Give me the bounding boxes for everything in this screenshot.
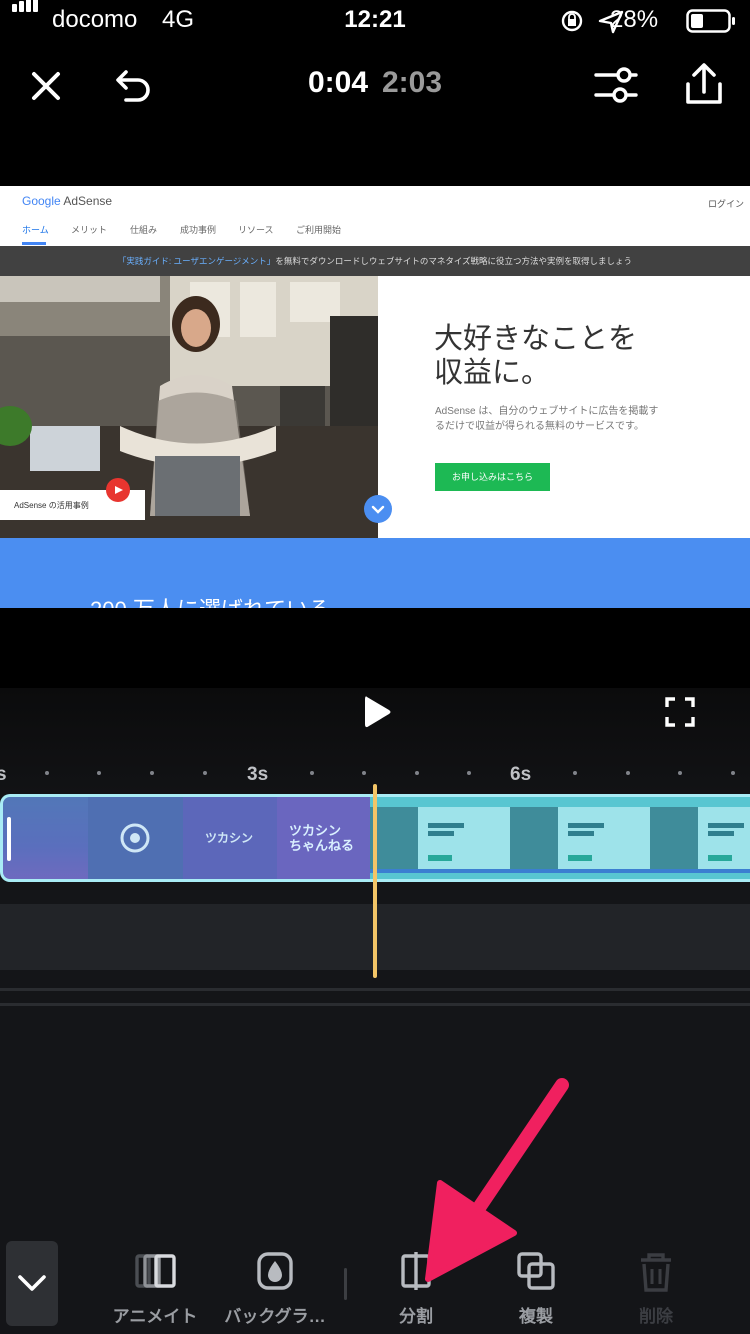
- clip-thumbnail: ツカシン: [183, 797, 277, 879]
- scroll-down-icon: [364, 495, 392, 523]
- adsense-header: Google AdSense ログイン ホーム メリット 仕組み 成功事例 リソ…: [0, 186, 750, 246]
- tool-label: 複製: [519, 1307, 553, 1326]
- ruler-dot: [731, 771, 735, 775]
- clip-thumbnails: [370, 797, 750, 879]
- ruler-dot: [678, 771, 682, 775]
- ruler-dot: [150, 771, 154, 775]
- export-share-icon[interactable]: [684, 62, 724, 106]
- ruler-label: 3s: [247, 764, 269, 785]
- animate-button[interactable]: アニメイト: [90, 1250, 220, 1326]
- adsense-headline: 大好きなことを 収益に。: [434, 323, 638, 389]
- adsense-banner: 「実践ガイド: ユーザエンゲージメント」を無料でダウンロードしウェブサイトのマネ…: [0, 246, 750, 276]
- clip-thumbnail: ツカシン ちゃんねる: [277, 797, 373, 879]
- background-icon: [257, 1252, 293, 1290]
- nav-item: リソース: [238, 225, 274, 235]
- adsense-login: ログイン: [707, 199, 744, 209]
- toolbar-separator: [344, 1268, 347, 1300]
- ruler-dot: [45, 771, 49, 775]
- playhead[interactable]: [373, 784, 377, 978]
- ruler-dot: [573, 771, 577, 775]
- ruler-dot: [626, 771, 630, 775]
- current-time: 0:04: [308, 66, 369, 99]
- chevron-down-icon: [18, 1275, 46, 1291]
- video-preview[interactable]: Google AdSense ログイン ホーム メリット 仕組み 成功事例 リソ…: [0, 186, 750, 608]
- ruler-dot: [362, 771, 366, 775]
- undo-icon[interactable]: [114, 66, 154, 104]
- ruler-dot: [415, 771, 419, 775]
- background-button[interactable]: バックグラ…: [210, 1250, 340, 1326]
- collapse-panel-button[interactable]: [6, 1241, 58, 1326]
- ruler-label: 6s: [510, 764, 532, 785]
- play-icon[interactable]: [360, 692, 394, 732]
- trash-icon: [641, 1253, 671, 1292]
- adsense-logo: Google AdSense: [22, 194, 113, 208]
- video-clip-intro[interactable]: ツカシン ツカシン ちゃんねる: [0, 794, 374, 882]
- ruler-dot: [310, 771, 314, 775]
- blue-section-text: 200 万人に選ばれている: [90, 592, 330, 608]
- battery-percent: 28%: [610, 6, 659, 33]
- nav-active-underline: [22, 242, 46, 245]
- clip-thumbnail: [88, 797, 183, 879]
- total-time: 2:03: [382, 66, 443, 99]
- clip-trim-handle[interactable]: [7, 817, 11, 861]
- tool-label: アニメイト: [112, 1307, 198, 1326]
- nav-item: 仕組み: [130, 225, 158, 235]
- youtube-play-icon: [106, 478, 130, 502]
- animate-icon: [135, 1254, 176, 1288]
- battery-icon: [686, 9, 735, 33]
- tool-label: 削除: [639, 1307, 673, 1326]
- fullscreen-icon[interactable]: [664, 696, 696, 728]
- ruler-label: s: [0, 764, 7, 785]
- signup-cta: お申し込みはこちら: [435, 463, 550, 491]
- ruler-dot: [97, 771, 101, 775]
- nav-item: メリット: [71, 225, 108, 235]
- tool-label: バックグラ…: [224, 1307, 326, 1326]
- status-bar: docomo 4G 12:21 28%: [0, 0, 750, 42]
- nav-item: 成功事例: [180, 225, 217, 235]
- nav-item: ご利用開始: [296, 225, 342, 235]
- adsense-description: AdSense は、自分のウェブサイトに広告を掲載するだけで収益が得られる無料の…: [435, 406, 659, 432]
- track-divider: [0, 1003, 750, 1006]
- annotation-arrow-icon: [425, 1078, 569, 1282]
- adjust-settings-icon[interactable]: [592, 64, 640, 106]
- video-clip-adsense[interactable]: [370, 794, 750, 882]
- close-icon[interactable]: [30, 70, 62, 102]
- ruler-dot: [467, 771, 471, 775]
- nav-item: ホーム: [22, 225, 49, 235]
- delete-button[interactable]: 削除: [591, 1250, 721, 1326]
- tool-label: 分割: [399, 1307, 433, 1326]
- ruler-dot: [203, 771, 207, 775]
- track-divider: [0, 988, 750, 991]
